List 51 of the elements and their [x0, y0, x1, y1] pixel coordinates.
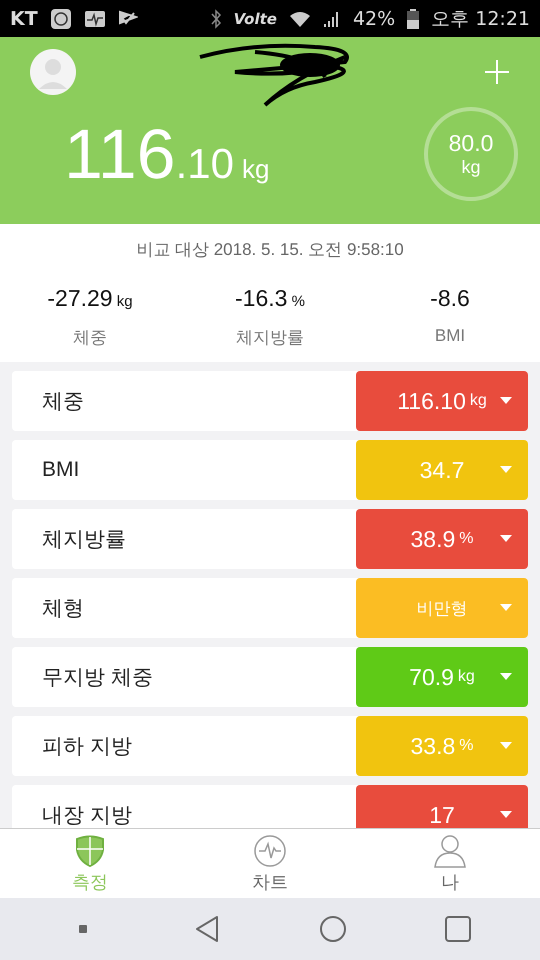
nav-tab[interactable]: 나	[360, 829, 540, 898]
metric-name: 체중	[41, 389, 85, 415]
battery-icon	[407, 8, 420, 28]
caret-icon	[500, 811, 512, 818]
network-label: Volte	[234, 10, 277, 28]
goal-weight-unit: kg	[461, 157, 480, 178]
metric-name: 내장 지방	[41, 803, 133, 828]
signal-icon	[322, 10, 341, 28]
metric-row[interactable]: 체형 비만형	[12, 578, 528, 638]
caret-icon	[500, 466, 512, 473]
activity-icon	[84, 8, 106, 28]
metric-row[interactable]: 피하 지방 33.8 %	[12, 716, 528, 776]
metric-name: 피하 지방	[41, 734, 133, 760]
change-value: -16.3 %	[235, 285, 305, 312]
change-label: 체지방률	[236, 327, 304, 349]
change-value: -27.29 kg	[47, 285, 133, 312]
pulse-icon	[253, 834, 287, 868]
caret-icon	[500, 742, 512, 749]
metric-row[interactable]: 무지방 체중 70.9 kg	[12, 647, 528, 707]
metric-row[interactable]: BMI 34.7	[12, 440, 528, 500]
shield-icon	[73, 834, 107, 868]
app-icon	[50, 8, 72, 30]
metric-value-dropdown[interactable]: 38.9 %	[356, 509, 528, 569]
nav-tab[interactable]: 차트	[180, 829, 360, 898]
metric-name: 체지방률	[41, 527, 127, 553]
caret-icon	[500, 397, 512, 404]
bluetooth-icon	[210, 8, 222, 28]
metric-value-dropdown[interactable]: 17	[356, 785, 528, 828]
goal-weight-value: 80.0	[448, 130, 494, 157]
metric-row[interactable]: 체지방률 38.9 %	[12, 509, 528, 569]
metric-row[interactable]: 체중 116.10 kg	[12, 371, 528, 431]
carrier: KT	[10, 8, 38, 30]
change-label: 체중	[73, 327, 107, 349]
caret-icon	[500, 673, 512, 680]
current-weight: 116.10 kg	[64, 114, 270, 194]
battery-percent: 42%	[352, 8, 396, 30]
metric-name: 무지방 체중	[41, 665, 154, 691]
metric-name: 체형	[41, 596, 85, 622]
wifi-icon	[288, 10, 311, 28]
clock: 오후 12:21	[431, 6, 530, 32]
comparison-date: 비교 대상 2018. 5. 15. 오전 9:58:10	[136, 239, 404, 261]
home-icon[interactable]	[318, 914, 348, 944]
caret-icon	[500, 604, 512, 611]
change-value: -8.6	[430, 285, 470, 312]
metric-value-dropdown[interactable]: 116.10 kg	[356, 371, 528, 431]
change-label: BMI	[434, 326, 466, 346]
metric-name: BMI	[41, 458, 80, 482]
recents-icon[interactable]	[442, 914, 472, 944]
caret-icon	[500, 535, 512, 542]
metric-row[interactable]: 내장 지방 17	[12, 785, 528, 828]
person-icon	[433, 834, 467, 868]
